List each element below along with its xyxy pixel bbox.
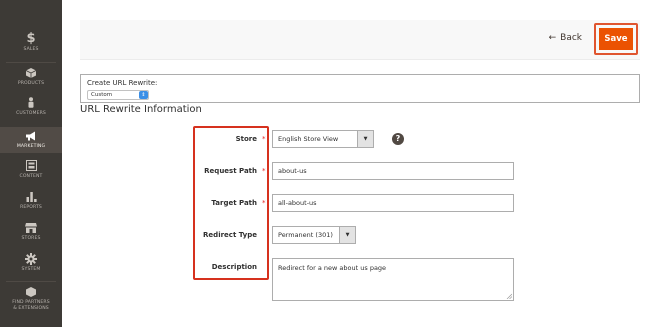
nav-find-partners-label: FIND PARTNERS & EXTENSIONS (12, 300, 50, 311)
store-select-value: English Store View (278, 135, 339, 143)
required-mark: * (262, 167, 266, 175)
description-label: Description (211, 263, 257, 271)
store-icon (0, 219, 62, 236)
redirect-type-label: Redirect Type (203, 231, 257, 239)
person-icon (0, 94, 62, 111)
resize-grip-icon[interactable] (506, 293, 512, 299)
admin-sidebar: $ SALES PRODUCTS CUSTOMERS MARKETING CON… (0, 0, 62, 327)
rewrite-type-select[interactable]: Custom ⇕ (87, 90, 149, 100)
request-path-input[interactable]: about-us (272, 162, 514, 180)
redirect-type-select[interactable]: Permanent (301) ▼ (272, 226, 356, 244)
nav-content-label: CONTENT (19, 174, 43, 179)
request-path-label: Request Path (204, 167, 257, 175)
box-icon (0, 283, 62, 300)
nav-stores[interactable]: STORES (0, 219, 62, 251)
create-url-rewrite-label: Create URL Rewrite: (87, 79, 158, 87)
select-arrows-icon: ⇕ (139, 91, 148, 99)
nav-reports[interactable]: REPORTS (0, 188, 62, 220)
nav-products-label: PRODUCTS (17, 81, 45, 86)
back-button[interactable]: ← Back (549, 33, 582, 43)
chevron-down-icon: ▼ (339, 227, 355, 243)
rewrite-type-value: Custom (91, 92, 113, 98)
nav-sales[interactable]: $ SALES (0, 30, 62, 62)
nav-system-label: SYSTEM (21, 267, 41, 272)
nav-marketing-label: MARKETING (16, 144, 46, 149)
store-select[interactable]: English Store View ▼ (272, 130, 374, 148)
description-text: Redirect for a new about us page (278, 264, 387, 272)
bar-chart-icon (0, 188, 62, 205)
required-mark: * (262, 135, 266, 143)
megaphone-icon (0, 127, 62, 144)
redirect-type-value: Permanent (301) (278, 231, 333, 239)
save-button[interactable]: Save (599, 28, 633, 50)
help-icon[interactable]: ? (392, 133, 404, 145)
dollar-icon: $ (26, 31, 36, 46)
gear-icon (0, 250, 62, 267)
nav-sales-label: SALES (23, 47, 39, 52)
target-path-input[interactable]: all-about-us (272, 194, 514, 212)
chevron-down-icon: ▼ (357, 131, 373, 147)
nav-system[interactable]: SYSTEM (0, 250, 62, 282)
nav-find-partners[interactable]: FIND PARTNERS & EXTENSIONS (0, 283, 62, 323)
section-title: URL Rewrite Information (80, 104, 202, 115)
nav-products[interactable]: PRODUCTS (0, 64, 62, 96)
nav-stores-label: STORES (21, 236, 41, 241)
required-mark: * (262, 199, 266, 207)
nav-divider (6, 62, 56, 63)
create-url-rewrite-panel: Create URL Rewrite: Custom ⇕ (80, 74, 640, 103)
save-highlight: Save (594, 23, 638, 55)
back-label: Back (560, 33, 582, 43)
page-actions-bar: ← Back Save (80, 20, 640, 60)
back-arrow-icon: ← (548, 33, 557, 43)
nav-customers[interactable]: CUSTOMERS (0, 94, 62, 126)
content-icon (0, 157, 62, 174)
nav-marketing[interactable]: MARKETING (0, 127, 62, 153)
cube-icon (0, 64, 62, 81)
description-textarea[interactable]: Redirect for a new about us page (272, 258, 514, 301)
nav-customers-label: CUSTOMERS (16, 111, 46, 116)
store-label: Store (235, 135, 257, 143)
nav-reports-label: REPORTS (20, 205, 42, 210)
nav-divider (6, 281, 56, 282)
target-path-label: Target Path (211, 199, 257, 207)
nav-content[interactable]: CONTENT (0, 157, 62, 189)
